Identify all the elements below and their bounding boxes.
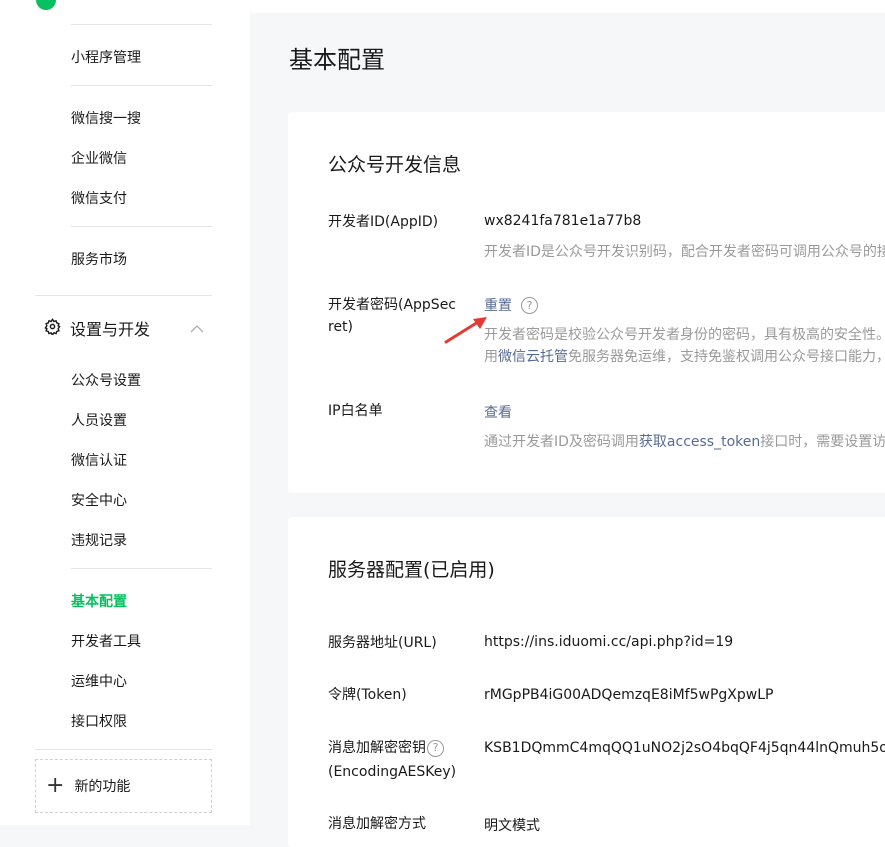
divider [71, 85, 212, 86]
view-ip-whitelist-text[interactable]: 查看 [484, 405, 512, 421]
ip-whitelist-label: IP白名单 [328, 403, 383, 419]
sidebar-item-dev-tools[interactable]: 开发者工具 [71, 631, 141, 651]
chevron-up-icon[interactable] [190, 319, 204, 338]
page-title: 基本配置 [289, 46, 385, 74]
sidebar-item-ops-center[interactable]: 运维中心 [71, 671, 127, 691]
appsecret-desc-suffix: 免服务器免运维，支持免鉴权调用公众号接口能力， [568, 349, 885, 365]
encryption-mode-label: 消息加解密方式 [328, 816, 426, 832]
access-token-link[interactable]: 获取access_token [639, 434, 760, 450]
plus-icon: + [46, 773, 65, 798]
sidebar-item-basic-config[interactable]: 基本配置 [71, 591, 127, 611]
divider [35, 749, 212, 750]
aes-key-label-line2: (EncodingAESKey) [328, 764, 457, 780]
ip-desc-suffix: 接口时，需要设置访问 [760, 434, 885, 450]
logo-icon [36, 0, 56, 10]
appid-desc: 开发者ID是公众号开发识别码，配合开发者密码可调用公众号的接 [484, 244, 885, 260]
sidebar-item-api-permissions[interactable]: 接口权限 [71, 711, 127, 731]
server-url-label: 服务器地址(URL) [328, 635, 437, 651]
wechat-cloud-hosting-link[interactable]: 微信云托管 [498, 349, 568, 365]
appsecret-desc-prefix: 用 [484, 349, 498, 365]
token-value: rMGpPB4iG00ADQemzqE8iMf5wPgXpwLP [484, 687, 774, 703]
reset-secret-link[interactable]: 重置 [484, 295, 512, 315]
ip-desc-prefix: 通过开发者ID及密码调用 [484, 434, 639, 450]
dev-info-card: 公众号开发信息 开发者ID(AppID) wx8241fa781e1a77b8 … [288, 112, 885, 493]
divider [71, 24, 212, 25]
encryption-mode-value: 明文模式 [484, 818, 540, 834]
sidebar-item-miniprogram[interactable]: 小程序管理 [71, 47, 141, 67]
sidebar-item-violations[interactable]: 违规记录 [71, 530, 127, 550]
sidebar-item-verification[interactable]: 微信认证 [71, 450, 127, 470]
appsecret-label-line2: ret) [328, 319, 354, 335]
appid-label: 开发者ID(AppID) [328, 214, 439, 230]
aes-key-value: KSB1DQmmC4mqQQ1uNO2j2sO4bqQF4j5qn44lnQmu… [484, 740, 885, 756]
server-config-card: 服务器配置(已启用) 服务器地址(URL) https://ins.iduomi… [288, 517, 885, 847]
appsecret-label-line1: 开发者密码(AppSec [328, 297, 457, 313]
server-url-value: https://ins.iduomi.cc/api.php?id=19 [484, 634, 734, 650]
divider [71, 568, 212, 569]
appsecret-actions: 重置 ? [484, 295, 538, 315]
divider [71, 226, 212, 227]
appsecret-desc-line1: 开发者密码是校验公众号开发者身份的密码，具有极高的安全性。 [484, 327, 885, 343]
aes-key-label-line1: 消息加解密密钥 ? [328, 737, 444, 759]
sidebar-item-wechat-search[interactable]: 微信搜一搜 [71, 108, 141, 128]
view-ip-whitelist-link[interactable]: 查看 [484, 402, 512, 422]
sidebar-item-account-settings[interactable]: 公众号设置 [71, 370, 141, 390]
sidebar-item-service-market[interactable]: 服务市场 [71, 249, 127, 269]
new-feature-button[interactable]: + 新的功能 [35, 759, 212, 813]
server-config-title: 服务器配置(已启用) [328, 559, 495, 581]
sidebar-item-wecom[interactable]: 企业微信 [71, 148, 127, 168]
appid-value: wx8241fa781e1a77b8 [484, 213, 642, 229]
sidebar: 小程序管理 微信搜一搜 企业微信 微信支付 服务市场 设置与开发 公众号设置 人… [0, 13, 250, 825]
divider [35, 295, 212, 296]
appsecret-desc-line2: 用微信云托管免服务器免运维，支持免鉴权调用公众号接口能力， [484, 346, 885, 368]
top-bar [0, 0, 885, 13]
aes-key-label-text: 消息加解密密钥 [328, 740, 426, 756]
sidebar-section-label: 设置与开发 [70, 320, 151, 339]
new-feature-label: 新的功能 [74, 779, 131, 795]
sidebar-item-security-center[interactable]: 安全中心 [71, 490, 127, 510]
help-icon[interactable]: ? [427, 739, 444, 757]
token-label: 令牌(Token) [328, 687, 407, 703]
gear-icon [44, 317, 61, 339]
sidebar-item-member-settings[interactable]: 人员设置 [71, 410, 127, 430]
sidebar-item-wechat-pay[interactable]: 微信支付 [71, 188, 127, 208]
sidebar-section-settings-dev[interactable]: 设置与开发 [44, 317, 214, 339]
ip-whitelist-desc: 通过开发者ID及密码调用获取access_token接口时，需要设置访问 [484, 431, 885, 453]
dev-info-title: 公众号开发信息 [328, 154, 462, 176]
annotation-arrow-icon [444, 317, 487, 344]
help-icon[interactable]: ? [521, 296, 538, 314]
